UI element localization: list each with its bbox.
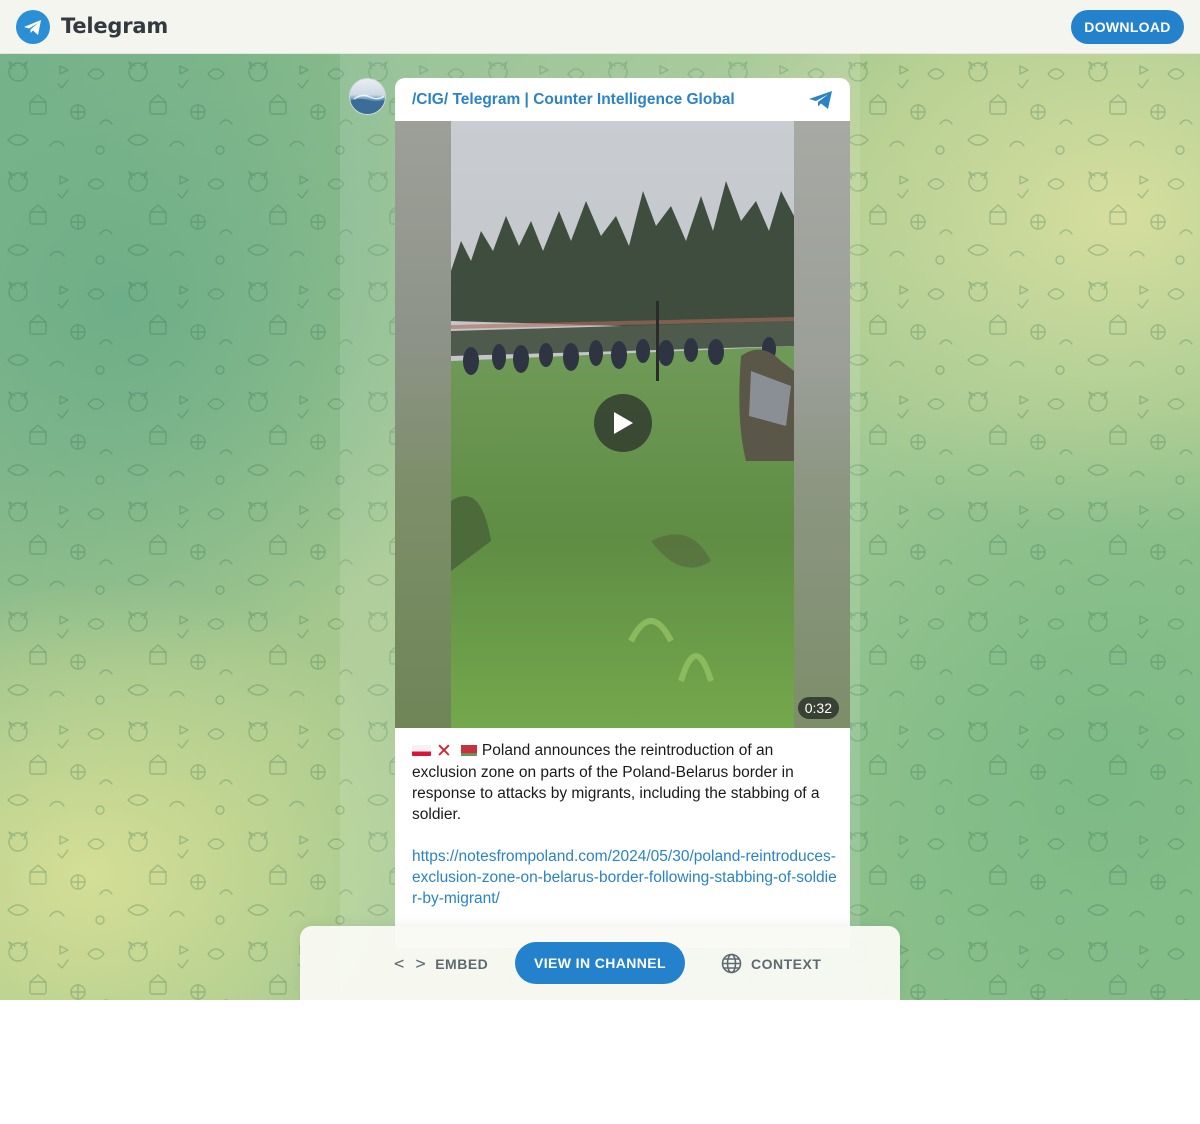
play-button[interactable] — [594, 394, 652, 452]
post-actions-bar: < > EMBED VIEW IN CHANNEL CONTEXT — [300, 926, 900, 1000]
download-button[interactable]: DOWNLOAD — [1071, 10, 1184, 44]
video-duration: 0:32 — [797, 697, 839, 719]
top-bar: Telegram DOWNLOAD — [0, 0, 1200, 54]
context-label: CONTEXT — [751, 955, 822, 972]
article-link[interactable]: https://notesfrompoland.com/2024/05/30/p… — [412, 846, 837, 909]
code-icon: < > — [394, 954, 427, 974]
embed-label: EMBED — [435, 956, 489, 972]
telegram-logo-icon[interactable] — [16, 10, 50, 44]
video-blur-right — [794, 121, 850, 728]
globe-icon — [721, 953, 742, 974]
channel-avatar[interactable] — [349, 78, 386, 115]
context-button[interactable]: CONTEXT — [721, 953, 821, 974]
page-footer-area — [0, 1000, 1200, 1124]
video-blur-left — [395, 121, 451, 728]
brand-name[interactable]: Telegram — [61, 14, 168, 38]
video-player[interactable]: 0:32 — [395, 121, 850, 728]
channel-name-link[interactable]: /CIG/ Telegram | Counter Intelligence Gl… — [412, 91, 735, 109]
poland-flag-icon — [412, 743, 431, 756]
belarus-flag-icon — [457, 743, 477, 756]
post-caption: ✕ Poland announces the reintroduction of… — [412, 740, 837, 909]
telegram-plane-icon[interactable] — [808, 90, 834, 110]
cross-mark-icon: ✕ — [436, 741, 452, 762]
post-card: /CIG/ Telegram | Counter Intelligence Gl… — [395, 78, 850, 948]
play-icon — [614, 412, 633, 434]
embed-button[interactable]: < > EMBED — [394, 954, 488, 974]
post-header: /CIG/ Telegram | Counter Intelligence Gl… — [395, 78, 850, 121]
view-in-channel-button[interactable]: VIEW IN CHANNEL — [515, 942, 685, 984]
